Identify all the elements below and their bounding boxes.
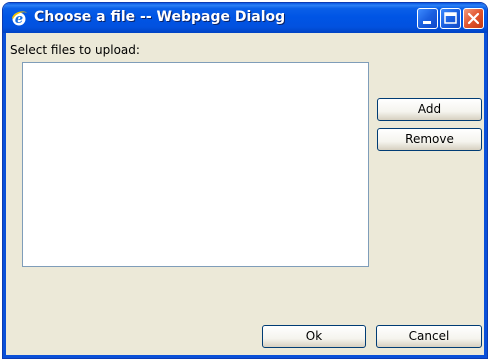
upload-prompt-label: Select files to upload: [10,43,140,57]
ie-icon: e [10,9,28,27]
maximize-icon [444,12,457,24]
cancel-button[interactable]: Cancel [376,325,482,348]
dialog-window: e Choose a file -- Webpage Dialog Select… [2,2,488,359]
file-list-box[interactable] [22,62,369,267]
close-icon [467,12,480,25]
remove-button[interactable]: Remove [377,128,482,151]
minimize-icon [423,21,431,24]
add-button[interactable]: Add [377,98,482,121]
window-frame-right [484,33,487,358]
window-frame-left [3,33,6,358]
close-button[interactable] [463,8,484,29]
minimize-button[interactable] [417,8,438,29]
window-title: Choose a file -- Webpage Dialog [34,9,286,25]
window-frame-bottom [3,355,487,358]
title-bar[interactable]: e Choose a file -- Webpage Dialog [3,3,487,33]
maximize-button[interactable] [440,8,461,29]
ok-button[interactable]: Ok [262,325,366,348]
